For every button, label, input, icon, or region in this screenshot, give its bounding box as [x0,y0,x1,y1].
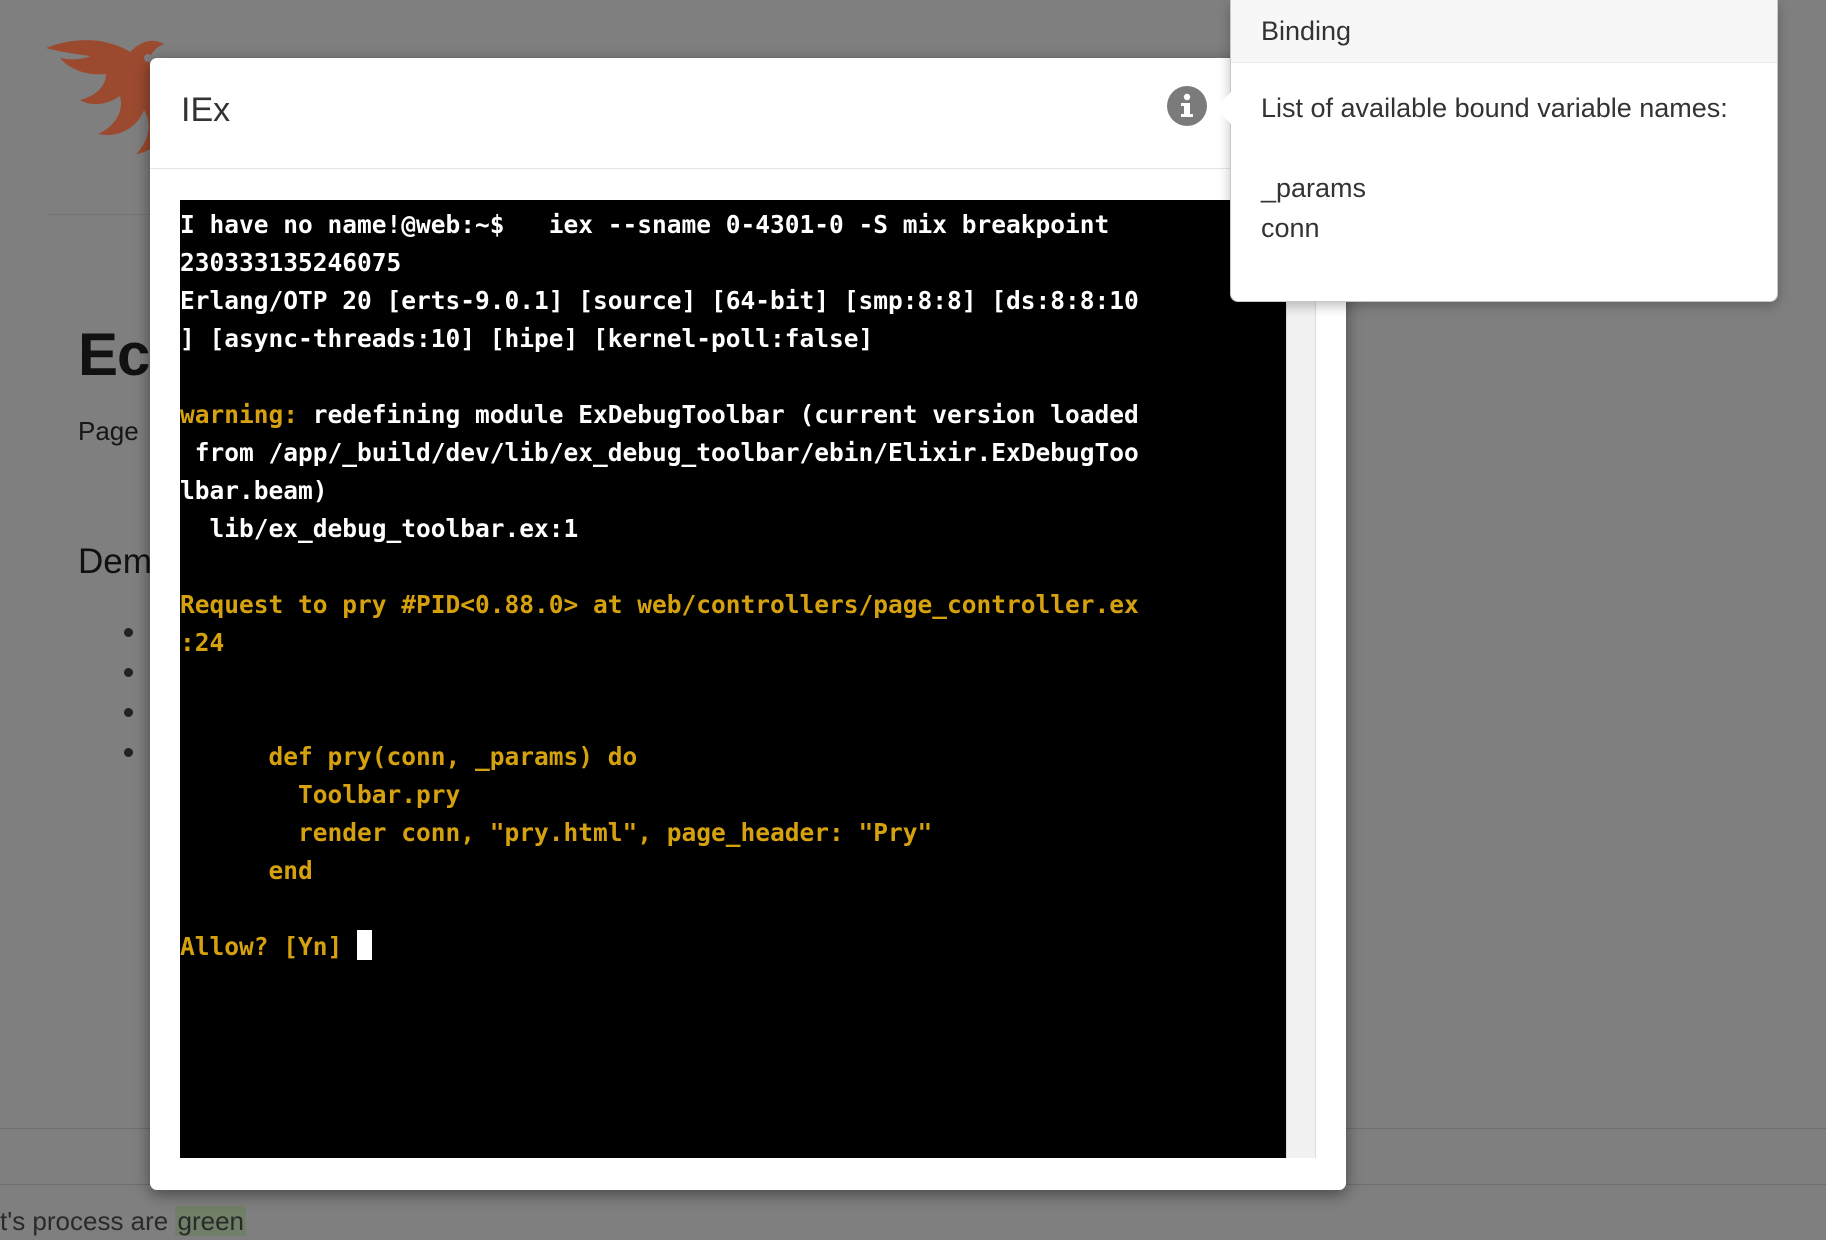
terminal-line: lbar.beam) [180,472,1287,510]
terminal-cursor [357,930,373,960]
footer-text-main: t's process are [0,1206,176,1236]
terminal-line: I have no name!@web:~$ iex --sname 0-430… [180,206,1287,244]
terminal-line: from /app/_build/dev/lib/ex_debug_toolba… [180,434,1287,472]
terminal-line: end [180,852,1287,890]
info-icon[interactable] [1167,86,1207,126]
terminal-line-text: redefining module ExDebugToolbar (curren… [298,400,1139,429]
terminal-line: lib/ex_debug_toolbar.ex:1 [180,510,1287,548]
popover-description: List of available bound variable names: [1261,93,1728,123]
terminal-line-text: Allow? [Yn] [180,932,358,961]
terminal-line-text: I have no name!@web:~$ iex --sname 0-430… [180,210,1110,239]
terminal-line: Request to pry #PID<0.88.0> at web/contr… [180,586,1287,624]
terminal-line-text: Toolbar.pry [180,780,461,809]
terminal-line: :24 [180,624,1287,662]
terminal-line-text: end [180,856,313,885]
terminal-line-text: from /app/_build/dev/lib/ex_debug_toolba… [180,438,1139,467]
iex-terminal[interactable]: I have no name!@web:~$ iex --sname 0-430… [180,200,1316,1158]
list-item [124,628,133,637]
binding-variable: _params [1261,173,1367,203]
list-item [124,748,133,757]
demo-list [124,628,133,788]
terminal-line-text: def pry(conn, _params) do [180,742,638,771]
popover-arrow [1215,92,1231,124]
terminal-line: render conn, "pry.html", page_header: "P… [180,814,1287,852]
terminal-line: ] [async-threads:10] [hipe] [kernel-poll… [180,320,1287,358]
terminal-line: Allow? [Yn] [180,928,1287,966]
terminal-line-text: ] [async-threads:10] [hipe] [kernel-poll… [180,324,874,353]
terminal-line: def pry(conn, _params) do [180,738,1287,776]
popover-body: List of available bound variable names: … [1261,88,1728,248]
footer-highlight: green [175,1206,246,1236]
terminal-line-text: 230333135246075 [180,248,402,277]
terminal-line: Toolbar.pry [180,776,1287,814]
warning-label: warning: [180,400,299,429]
terminal-output[interactable]: I have no name!@web:~$ iex --sname 0-430… [180,206,1287,966]
modal-header: IEx [150,58,1346,169]
terminal-line-text: Erlang/OTP 20 [erts-9.0.1] [source] [64-… [180,286,1139,315]
page-subtitle: Page [78,416,139,446]
header-divider [48,214,158,215]
terminal-line-text: render conn, "pry.html", page_header: "P… [180,818,933,847]
terminal-line: Erlang/OTP 20 [erts-9.0.1] [source] [64-… [180,282,1287,320]
popover-header: Binding [1231,0,1777,63]
list-item [124,668,133,677]
terminal-line-text: lbar.beam) [180,476,328,505]
terminal-line-text: :24 [180,628,225,657]
binding-variable: conn [1261,213,1320,243]
iex-modal: IEx I have no name!@web:~$ iex --sname 0… [150,58,1346,1190]
terminal-line-text: Request to pry #PID<0.88.0> at web/contr… [180,590,1139,619]
popover-title: Binding [1261,16,1352,46]
list-item [124,708,133,717]
terminal-line-text: lib/ex_debug_toolbar.ex:1 [180,514,579,543]
terminal-line: warning: redefining module ExDebugToolba… [180,396,1287,434]
section-heading: Dem [78,542,152,581]
footer-text: t's process are green [0,1206,246,1236]
terminal-line: 230333135246075 [180,244,1287,282]
page-title: Ec [78,321,150,388]
binding-popover: Binding List of available bound variable… [1215,0,1778,302]
terminal-scrollbar[interactable] [1286,200,1316,1158]
modal-title: IEx [181,91,231,129]
